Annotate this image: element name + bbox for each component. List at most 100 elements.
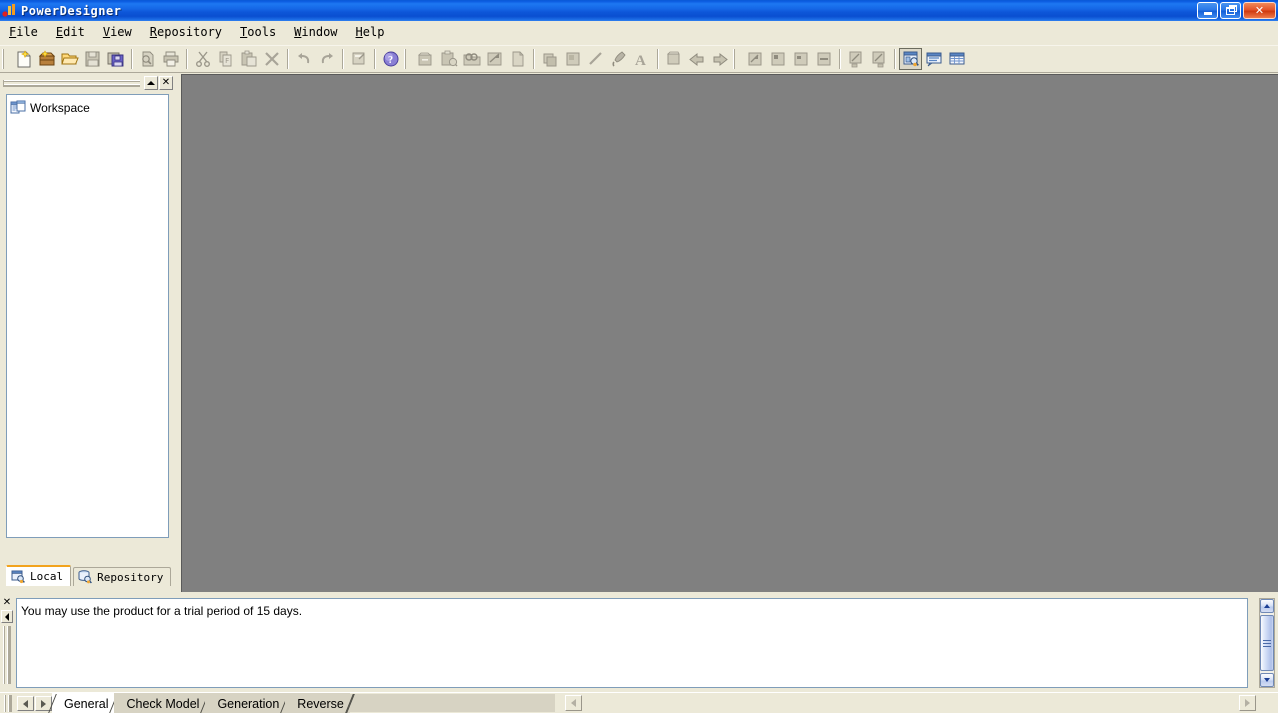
- menu-repository[interactable]: Repository: [141, 23, 231, 41]
- menu-edit[interactable]: Edit: [47, 23, 94, 41]
- undo-icon: [292, 48, 315, 70]
- output-panel: ✕ You may use the product for a trial pe…: [0, 596, 1278, 691]
- browser-tree[interactable]: Workspace: [6, 94, 169, 538]
- tabstrip-nav: [17, 696, 52, 711]
- forward-icon: [708, 48, 731, 70]
- output-tab-label: Generation: [217, 696, 280, 711]
- output-tab-strip: General Check Model Generation Reverse: [0, 692, 1278, 713]
- output-drag-gripper[interactable]: [3, 626, 11, 684]
- browser-window-icon[interactable]: [899, 48, 922, 70]
- toolbar-separator: [186, 49, 187, 69]
- output-tab-label: Check Model: [126, 696, 200, 711]
- output-vertical-scrollbar[interactable]: [1259, 598, 1275, 688]
- menu-window[interactable]: Window: [285, 23, 346, 41]
- browser-rollup-button[interactable]: [144, 76, 158, 90]
- previous-tab-button[interactable]: [17, 696, 34, 711]
- output-tab-generation[interactable]: Generation: [205, 693, 290, 713]
- menu-help[interactable]: Help: [347, 23, 394, 41]
- window-controls: ✕: [1197, 2, 1276, 19]
- browser-drag-gripper[interactable]: [3, 79, 140, 87]
- close-button[interactable]: ✕: [1243, 2, 1276, 19]
- output-collapse-button[interactable]: [1, 610, 13, 623]
- redo-icon: [315, 48, 338, 70]
- open-folder-icon[interactable]: [58, 48, 81, 70]
- font-icon: A: [630, 48, 653, 70]
- model-properties-icon: [414, 48, 437, 70]
- paste-icon: [237, 48, 260, 70]
- save-icon: [81, 48, 104, 70]
- menu-file[interactable]: File: [0, 23, 47, 41]
- window-title: PowerDesigner: [21, 3, 122, 18]
- svg-text:?: ?: [388, 55, 393, 66]
- menu-view[interactable]: View: [94, 23, 141, 41]
- browser-tab-label: Repository: [97, 570, 164, 584]
- output-side-controls: ✕: [0, 596, 14, 691]
- powerdesigner-application-window: PowerDesigner ✕ File Edit View Repositor…: [0, 0, 1278, 713]
- tabstrip-gripper[interactable]: [4, 695, 12, 712]
- output-window-icon[interactable]: [922, 48, 945, 70]
- menu-tools[interactable]: Tools: [231, 23, 285, 41]
- tree-item-label: Workspace: [30, 100, 90, 115]
- tabstrip-filler: [340, 694, 555, 712]
- output-text-area[interactable]: You may use the product for a trial peri…: [16, 598, 1248, 688]
- check-model-icon: [437, 48, 460, 70]
- tree-item-workspace[interactable]: Workspace: [7, 98, 168, 117]
- browser-tab-repository[interactable]: Repository: [73, 567, 172, 586]
- toolbar-gripper[interactable]: [2, 48, 10, 70]
- back-icon: [685, 48, 708, 70]
- scroll-thumb[interactable]: [1260, 615, 1274, 671]
- print-icon[interactable]: [159, 48, 182, 70]
- scroll-right-button[interactable]: [1239, 695, 1256, 711]
- powerdesigner-logo-icon: [2, 3, 18, 18]
- output-tab-check-model[interactable]: Check Model: [114, 693, 210, 713]
- find-objects-icon: [460, 48, 483, 70]
- zoom-in-icon: [743, 48, 766, 70]
- toolbar-gripper[interactable]: [733, 48, 741, 70]
- browser-close-button[interactable]: ✕: [159, 76, 173, 90]
- local-browser-icon: [11, 570, 26, 584]
- result-list-icon[interactable]: [945, 48, 968, 70]
- new-package-icon[interactable]: [35, 48, 58, 70]
- browser-tab-strip: Local Repository: [6, 565, 173, 586]
- help-icon[interactable]: ?: [379, 48, 402, 70]
- fill-style-icon: [561, 48, 584, 70]
- scroll-up-button[interactable]: [1260, 599, 1274, 613]
- symbol-format-icon: [538, 48, 561, 70]
- browser-panel: ✕ Workspace Local Repository: [0, 74, 175, 592]
- scroll-left-button[interactable]: [565, 695, 582, 711]
- toolbar-separator: [839, 49, 840, 69]
- browser-caption-bar: ✕: [2, 76, 173, 90]
- workspace-icon: [10, 100, 26, 115]
- output-tab-general[interactable]: General: [48, 693, 119, 713]
- zoom-width-icon: [812, 48, 835, 70]
- save-all-icon[interactable]: [104, 48, 127, 70]
- repository-browser-icon: [78, 570, 93, 584]
- restore-button[interactable]: [1220, 2, 1241, 19]
- output-close-button[interactable]: ✕: [1, 596, 13, 608]
- toolbar-separator: [374, 49, 375, 69]
- main-toolbar: F ? A: [0, 45, 1278, 73]
- display-preferences-icon: [483, 48, 506, 70]
- browser-tab-local[interactable]: Local: [6, 565, 72, 586]
- new-document-icon[interactable]: [12, 48, 35, 70]
- menu-bar: File Edit View Repository Tools Window H…: [0, 21, 1278, 43]
- zoom-page-icon: [789, 48, 812, 70]
- toolbar-separator: [657, 49, 658, 69]
- align-right-icon: [867, 48, 890, 70]
- format-painter-icon: [607, 48, 630, 70]
- zoom-out-icon: [766, 48, 789, 70]
- scroll-down-button[interactable]: [1260, 673, 1274, 687]
- align-left-icon: [844, 48, 867, 70]
- tabstrip-horizontal-scroll[interactable]: [560, 694, 1260, 713]
- mdi-client-area[interactable]: [181, 74, 1278, 592]
- output-tabs: General Check Model Generation Reverse: [48, 693, 364, 713]
- delete-icon: [260, 48, 283, 70]
- toolbar-separator: [894, 49, 895, 69]
- minimize-button[interactable]: [1197, 2, 1218, 19]
- copy-icon: F: [214, 48, 237, 70]
- output-tab-label: General: [64, 696, 109, 711]
- output-tab-reverse[interactable]: Reverse: [285, 693, 354, 713]
- output-line: You may use the product for a trial peri…: [21, 604, 303, 618]
- toolbar-gripper[interactable]: [404, 48, 412, 70]
- svg-text:A: A: [635, 53, 646, 68]
